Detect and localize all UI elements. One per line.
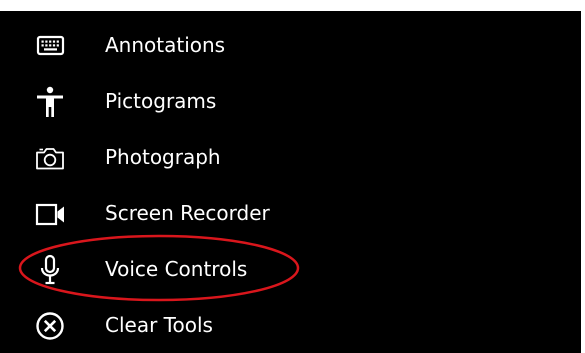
menu-item-label: Screen Recorder (105, 201, 270, 225)
menu-item-clear-tools[interactable]: Clear Tools (0, 297, 581, 353)
menu-item-label: Pictograms (105, 89, 217, 113)
keyboard-icon (33, 29, 67, 63)
video-camera-icon (33, 197, 67, 231)
menu-item-voice-controls[interactable]: Voice Controls (0, 241, 581, 297)
close-circle-icon (33, 309, 67, 343)
tools-menu: Annotations Pictograms Photograph Screen… (0, 11, 581, 353)
menu-item-screen-recorder[interactable]: Screen Recorder (0, 185, 581, 241)
menu-item-label: Voice Controls (105, 257, 248, 281)
menu-item-label: Annotations (105, 33, 226, 57)
accessibility-person-icon (33, 85, 67, 119)
microphone-icon (33, 253, 67, 287)
menu-item-label: Clear Tools (105, 313, 213, 337)
camera-icon (33, 141, 67, 175)
menu-item-annotations[interactable]: Annotations (0, 17, 581, 73)
menu-item-pictograms[interactable]: Pictograms (0, 73, 581, 129)
menu-item-label: Photograph (105, 145, 221, 169)
menu-item-photograph[interactable]: Photograph (0, 129, 581, 185)
